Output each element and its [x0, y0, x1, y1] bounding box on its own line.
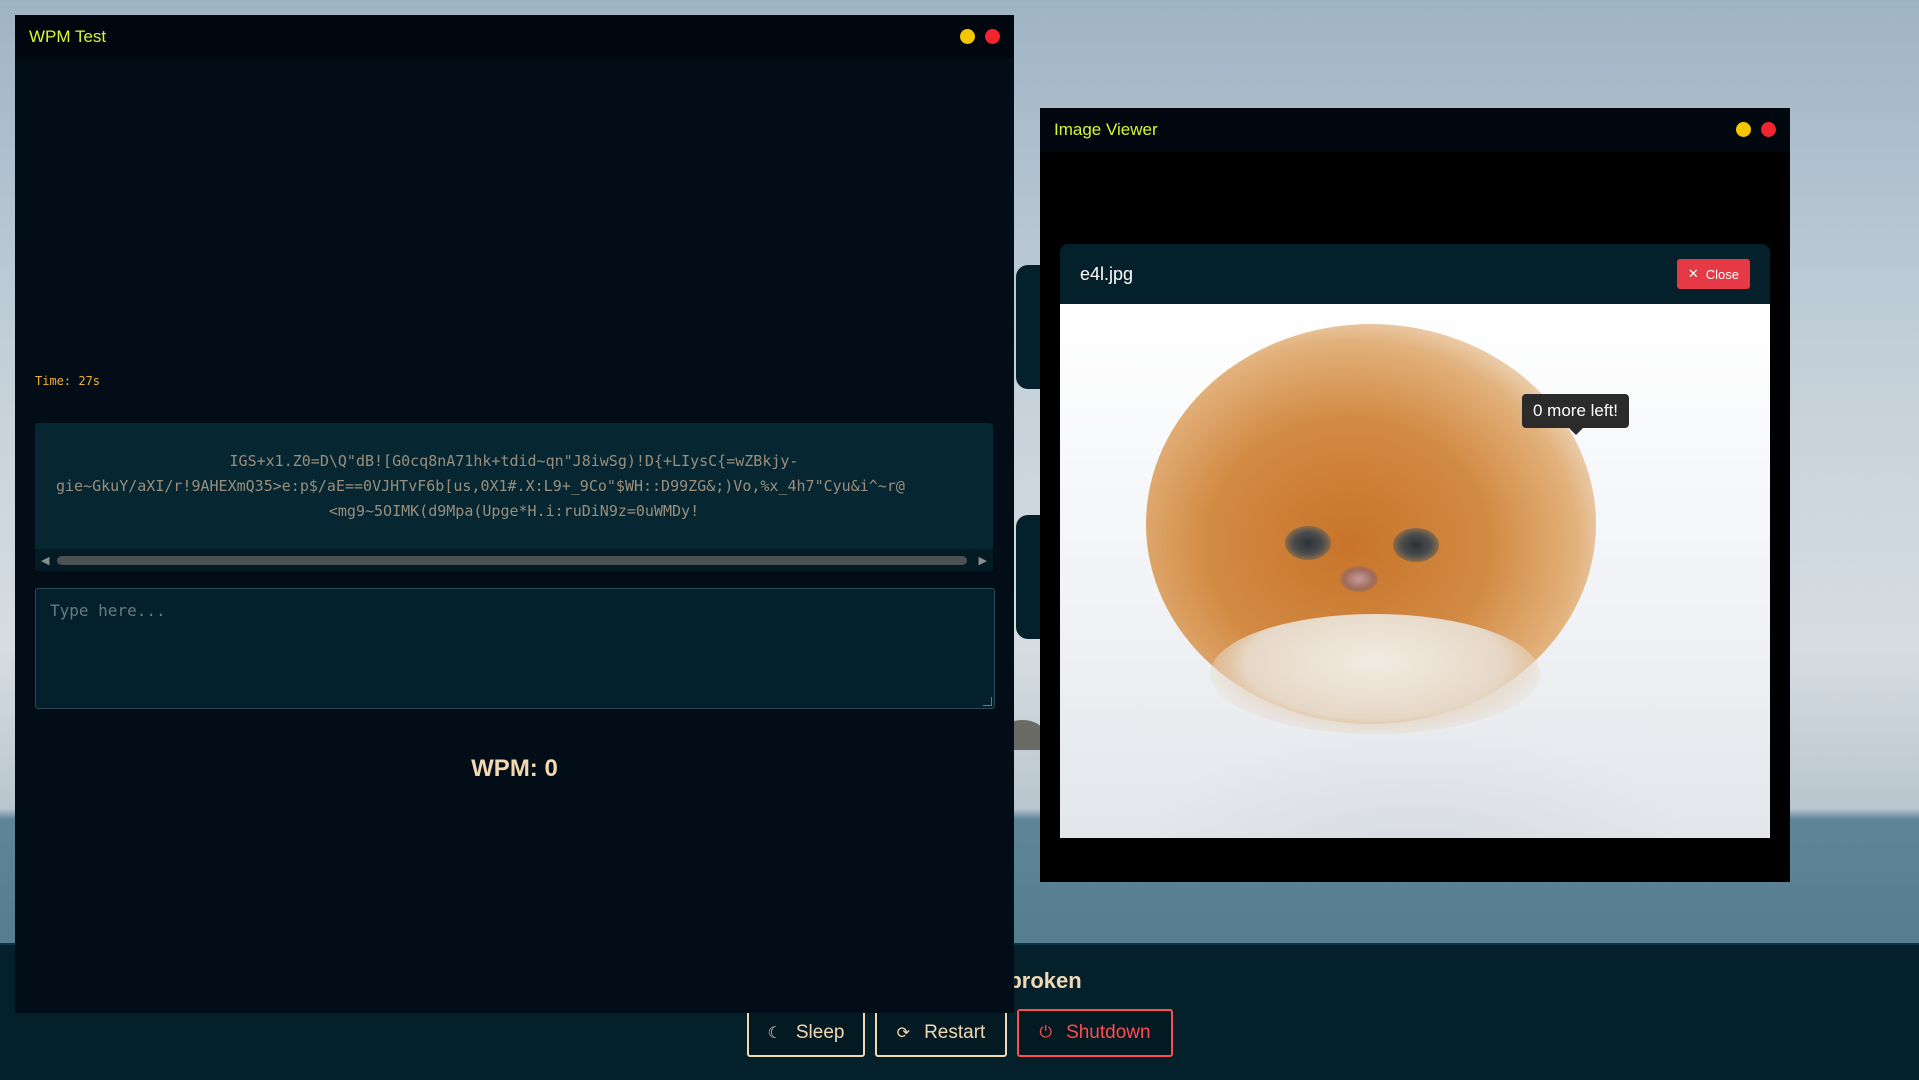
minimize-button[interactable] [1736, 122, 1751, 137]
close-button[interactable] [1761, 122, 1776, 137]
target-line: <mg9~5OIMK(d9Mpa(Upge*H.i:ruDiN9z=0uWMDy… [328, 502, 700, 520]
resize-handle-icon[interactable] [983, 697, 992, 706]
target-text: IGS+x1.Z0=D\Q"dB![G0cq8nA71hk+tdid~qn"J8… [35, 449, 993, 524]
horizontal-scrollbar[interactable]: ◀ ▶ [35, 549, 993, 571]
shutdown-label: Shutdown [1066, 1022, 1151, 1043]
target-line: IGS+x1.Z0=D\Q"dB![G0cq8nA71hk+tdid~qn"J8… [229, 452, 799, 470]
scroll-left-icon[interactable]: ◀ [41, 554, 49, 567]
close-button[interactable] [985, 29, 1000, 44]
sleep-label: Sleep [795, 1022, 845, 1043]
wpm-test-window: WPM Test Time: 27s IGS+x1.Z0=D\Q"dB![G0c… [15, 15, 1014, 1013]
window-title: WPM Test [29, 27, 107, 46]
close-icon: ✕ [1687, 266, 1699, 281]
image-viewer-window: Image Viewer e4l.jpg ✕ Close 0 more left… [1040, 108, 1790, 882]
power-icon: ⏻ [1039, 1024, 1053, 1041]
typing-placeholder: Type here... [50, 601, 166, 620]
power-cycle-icon: ⟳ [896, 1025, 911, 1042]
window-title: Image Viewer [1054, 120, 1158, 139]
kitten-photo: 0 more left! [1060, 304, 1770, 838]
timer-text: Time: 27s [35, 374, 101, 388]
typing-input[interactable]: Type here... [35, 588, 995, 709]
restart-button[interactable]: ⟳ Restart [875, 1009, 1007, 1057]
minimize-button[interactable] [960, 29, 975, 44]
moon-icon: ☾ [767, 1025, 782, 1042]
close-label: Close [1705, 266, 1739, 282]
close-image-button[interactable]: ✕ Close [1676, 259, 1750, 289]
scroll-right-icon[interactable]: ▶ [979, 554, 987, 567]
file-name: e4l.jpg [1080, 264, 1134, 284]
target-text-box: IGS+x1.Z0=D\Q"dB![G0cq8nA71hk+tdid~qn"J8… [35, 423, 993, 571]
wpm-result: WPM: 0 [471, 755, 558, 782]
kitten-right-eye [1393, 528, 1439, 562]
image-modal: e4l.jpg ✕ Close 0 more left! [1060, 244, 1770, 838]
title-bar[interactable]: WPM Test [15, 15, 1014, 59]
scrollbar-thumb[interactable] [57, 556, 967, 565]
kitten-chest [1210, 614, 1540, 734]
kitten-nose [1340, 566, 1378, 592]
restart-label: Restart [924, 1022, 986, 1043]
kitten-left-eye [1285, 526, 1331, 560]
shutdown-button[interactable]: ⏻ Shutdown [1017, 1009, 1173, 1057]
title-bar[interactable]: Image Viewer [1040, 108, 1790, 152]
sleep-button[interactable]: ☾ Sleep [747, 1009, 865, 1057]
target-line: gie~GkuY/aXI/r!9AHEXmQ35>e:p$/aE==0VJHTv… [56, 477, 905, 495]
remaining-tooltip: 0 more left! [1522, 394, 1630, 435]
